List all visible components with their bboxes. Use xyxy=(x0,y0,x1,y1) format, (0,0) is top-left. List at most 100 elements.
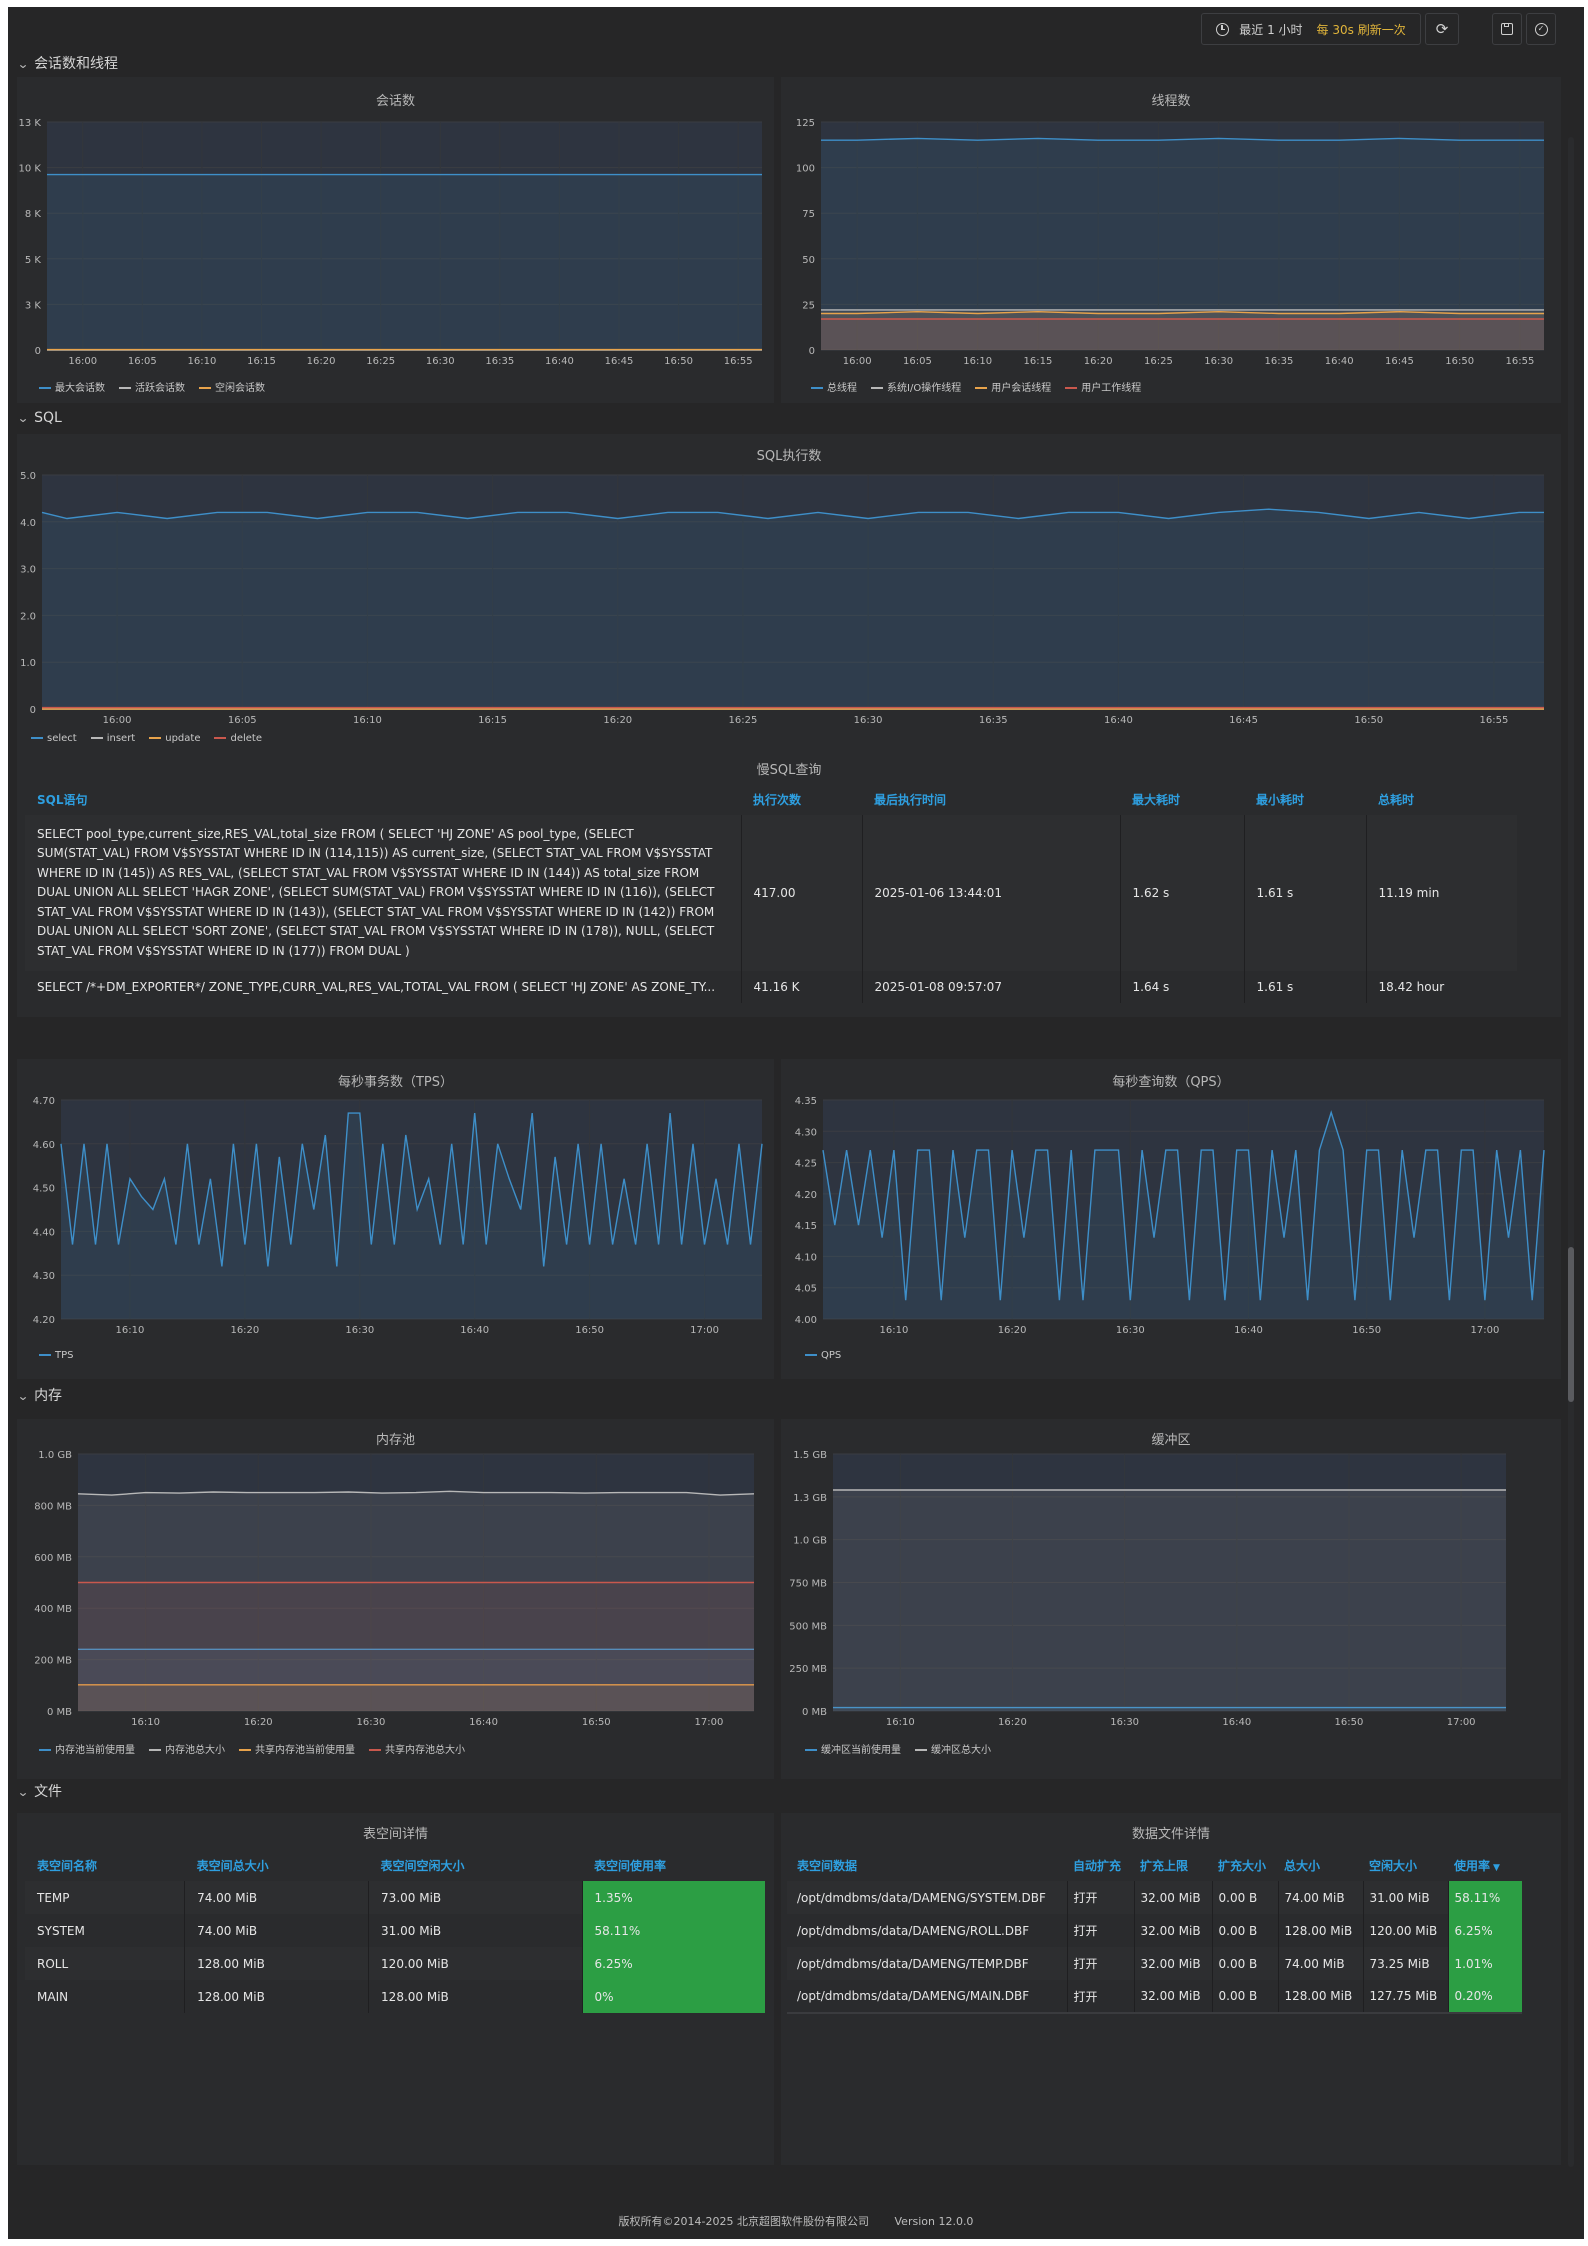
df-usage-cell: 1.01% xyxy=(1447,1947,1522,1980)
table-row[interactable]: /opt/dmdbms/data/DAMENG/ROLL.DBF 打开 32.00 … xyxy=(787,1914,1522,1947)
x-tick-label: 16:20 xyxy=(1084,356,1113,367)
section-header-memory[interactable]: ⌄ 内存 xyxy=(16,1385,62,1405)
chart-legend: 最大会话数 活跃会话数 空闲会话数 xyxy=(39,379,279,394)
legend-item[interactable]: 用户会话线程 xyxy=(975,379,1051,394)
table-row[interactable]: /opt/dmdbms/data/DAMENG/SYSTEM.DBF 打开 32.0… xyxy=(787,1881,1522,1914)
legend-item[interactable]: 用户工作线程 xyxy=(1065,379,1141,394)
scrollbar-thumb[interactable] xyxy=(1568,1247,1574,1402)
y-tick-label: 1.0 GB xyxy=(793,1536,827,1547)
df-auto-cell: 打开 xyxy=(1066,1881,1134,1914)
table-row[interactable]: SELECT /*+DM_EXPORTER*/ ZONE_TYPE,CURR_V… xyxy=(25,971,1517,1003)
legend-label: QPS xyxy=(821,1350,842,1361)
df-limit-cell: 32.00 MiB xyxy=(1133,1947,1212,1980)
time-range-picker[interactable]: 最近 1 小时 每 30s 刷新一次 xyxy=(1201,13,1421,45)
chart-legend: select insert update delete xyxy=(31,733,276,744)
legend-item[interactable]: delete xyxy=(214,733,262,744)
col-header-df-auto[interactable]: 自动扩充 xyxy=(1067,1849,1134,1881)
col-header-ts-total[interactable]: 表空间总大小 xyxy=(185,1849,369,1881)
df-total-cell: 128.00 MiB xyxy=(1277,1980,1363,2013)
legend-item[interactable]: 共享内存池总大小 xyxy=(369,1741,465,1756)
df-path-cell: /opt/dmdbms/data/DAMENG/SYSTEM.DBF xyxy=(797,1890,1046,1905)
df-free-cell: 120.00 MiB xyxy=(1362,1914,1448,1947)
chart-buffer: 1.5 GB 1.3 GB 1.0 GB 750 MB 500 MB 250 MB 0 MB… xyxy=(789,1450,1506,1728)
col-header-df-path[interactable]: 表空间数据 xyxy=(787,1849,1067,1881)
x-tick-label: 16:50 xyxy=(1354,715,1383,726)
dashboard-app: 最近 1 小时 每 30s 刷新一次 ⟳ ✓ ⌄ 会话数和线程 会话数 13 K1… xyxy=(8,7,1584,2239)
y-tick-label: 4.20 xyxy=(33,1315,55,1326)
col-header-max-time[interactable]: 最大耗时 xyxy=(1120,783,1244,815)
col-header-exec-count[interactable]: 执行次数 xyxy=(741,783,862,815)
x-tick-label: 16:40 xyxy=(1234,1325,1263,1336)
scrollbar-track[interactable] xyxy=(1568,137,1574,2167)
df-incr-cell: 0.00 B xyxy=(1211,1980,1278,2013)
legend-item[interactable]: update xyxy=(149,733,200,744)
chevron-down-icon: ⌄ xyxy=(16,1389,30,1403)
y-tick-label: 4.00 xyxy=(795,1315,817,1326)
df-incr-cell: 0.00 B xyxy=(1211,1947,1278,1980)
ts-usage-cell: 58.11% xyxy=(581,1914,765,1947)
legend-item[interactable]: select xyxy=(31,733,77,744)
y-tick-label: 5 K xyxy=(25,255,42,266)
table-row[interactable]: SELECT pool_type,current_size,RES_VAL,to… xyxy=(25,815,1517,971)
df-incr-cell: 0.00 B xyxy=(1211,1881,1278,1914)
refresh-icon: ⟳ xyxy=(1435,20,1449,38)
legend-swatch xyxy=(39,1749,51,1751)
save-button[interactable] xyxy=(1492,13,1522,45)
col-header-sql[interactable]: SQL语句 xyxy=(25,783,741,815)
col-header-total-time[interactable]: 总耗时 xyxy=(1366,783,1517,815)
legend-item[interactable]: 共享内存池当前使用量 xyxy=(239,1741,355,1756)
section-header-files[interactable]: ⌄ 文件 xyxy=(17,1781,62,1801)
x-tick-label: 16:30 xyxy=(1116,1325,1145,1336)
df-usage-cell: 0.20% xyxy=(1447,1980,1522,2013)
y-tick-label: 125 xyxy=(796,118,815,129)
section-header-sql[interactable]: ⌄ SQL xyxy=(17,410,62,426)
col-header-min-time[interactable]: 最小耗时 xyxy=(1244,783,1366,815)
legend-swatch xyxy=(915,1749,927,1751)
section-header-sessions[interactable]: ⌄ 会话数和线程 xyxy=(17,53,118,73)
table-row[interactable]: ROLL 128.00 MiB 120.00 MiB 6.25% xyxy=(25,1947,765,1980)
col-header-df-free[interactable]: 空闲大小 xyxy=(1363,1849,1448,1881)
refresh-button[interactable]: ⟳ xyxy=(1425,13,1459,45)
legend-item[interactable]: 总线程 xyxy=(811,379,857,394)
legend-item[interactable]: 活跃会话数 xyxy=(119,379,185,394)
df-auto-cell: 打开 xyxy=(1066,1980,1134,2013)
legend-item[interactable]: 最大会话数 xyxy=(39,379,105,394)
y-tick-label: 1.0 xyxy=(20,658,36,669)
settings-button[interactable]: ✓ xyxy=(1526,13,1556,45)
col-header-df-total[interactable]: 总大小 xyxy=(1278,1849,1363,1881)
x-tick-label: 16:10 xyxy=(880,1325,909,1336)
col-header-ts-name[interactable]: 表空间名称 xyxy=(25,1849,185,1881)
col-header-last-exec[interactable]: 最后执行时间 xyxy=(862,783,1120,815)
legend-item[interactable]: insert xyxy=(90,733,135,744)
df-auto-cell: 打开 xyxy=(1066,1947,1134,1980)
series-area xyxy=(47,174,762,350)
legend-item[interactable]: 缓冲区当前使用量 xyxy=(805,1741,901,1756)
x-tick-label: 16:15 xyxy=(1023,356,1052,367)
table-row[interactable]: /opt/dmdbms/data/DAMENG/TEMP.DBF 打开 32.00 … xyxy=(787,1947,1522,1980)
col-header-df-incr[interactable]: 扩充大小 xyxy=(1212,1849,1278,1881)
table-row[interactable]: MAIN 128.00 MiB 128.00 MiB 0% xyxy=(25,1980,765,2013)
df-usage-cell: 58.11% xyxy=(1447,1881,1522,1914)
min-time-cell: 1.61 s xyxy=(1243,815,1366,971)
chart-qps: 4.35 4.30 4.25 4.20 4.15 4.10 4.05 4.00 16:10 16:… xyxy=(795,1096,1545,1336)
table-row[interactable]: SYSTEM 74.00 MiB 31.00 MiB 58.11% xyxy=(25,1914,765,1947)
legend-item[interactable]: 系统I/O操作线程 xyxy=(871,379,961,394)
chart-mempool: 1.0 GB 800 MB 600 MB 400 MB 200 MB 0 MB 16:10 1… xyxy=(34,1450,755,1728)
legend-item[interactable]: 缓冲区总大小 xyxy=(915,1741,991,1756)
col-header-df-usage[interactable]: 使用率 ▼ xyxy=(1448,1849,1522,1881)
legend-item[interactable]: QPS xyxy=(805,1350,841,1361)
legend-item[interactable]: 内存池当前使用量 xyxy=(39,1741,135,1756)
x-tick-label: 16:30 xyxy=(854,715,883,726)
x-tick-label: 16:20 xyxy=(603,715,632,726)
col-header-ts-free[interactable]: 表空间空闲大小 xyxy=(369,1849,582,1881)
legend-item[interactable]: 空闲会话数 xyxy=(199,379,265,394)
legend-item[interactable]: TPS xyxy=(39,1350,74,1361)
col-header-ts-usage[interactable]: 表空间使用率 xyxy=(582,1849,765,1881)
x-tick-label: 16:40 xyxy=(1222,1717,1251,1728)
col-header-df-limit[interactable]: 扩充上限 xyxy=(1134,1849,1212,1881)
table-row[interactable]: /opt/dmdbms/data/DAMENG/MAIN.DBF 打开 32.00 … xyxy=(787,1980,1522,2013)
x-tick-label: 16:40 xyxy=(1325,356,1354,367)
df-total-cell: 128.00 MiB xyxy=(1277,1914,1363,1947)
table-row[interactable]: TEMP 74.00 MiB 73.00 MiB 1.35% xyxy=(25,1881,765,1914)
legend-item[interactable]: 内存池总大小 xyxy=(149,1741,225,1756)
